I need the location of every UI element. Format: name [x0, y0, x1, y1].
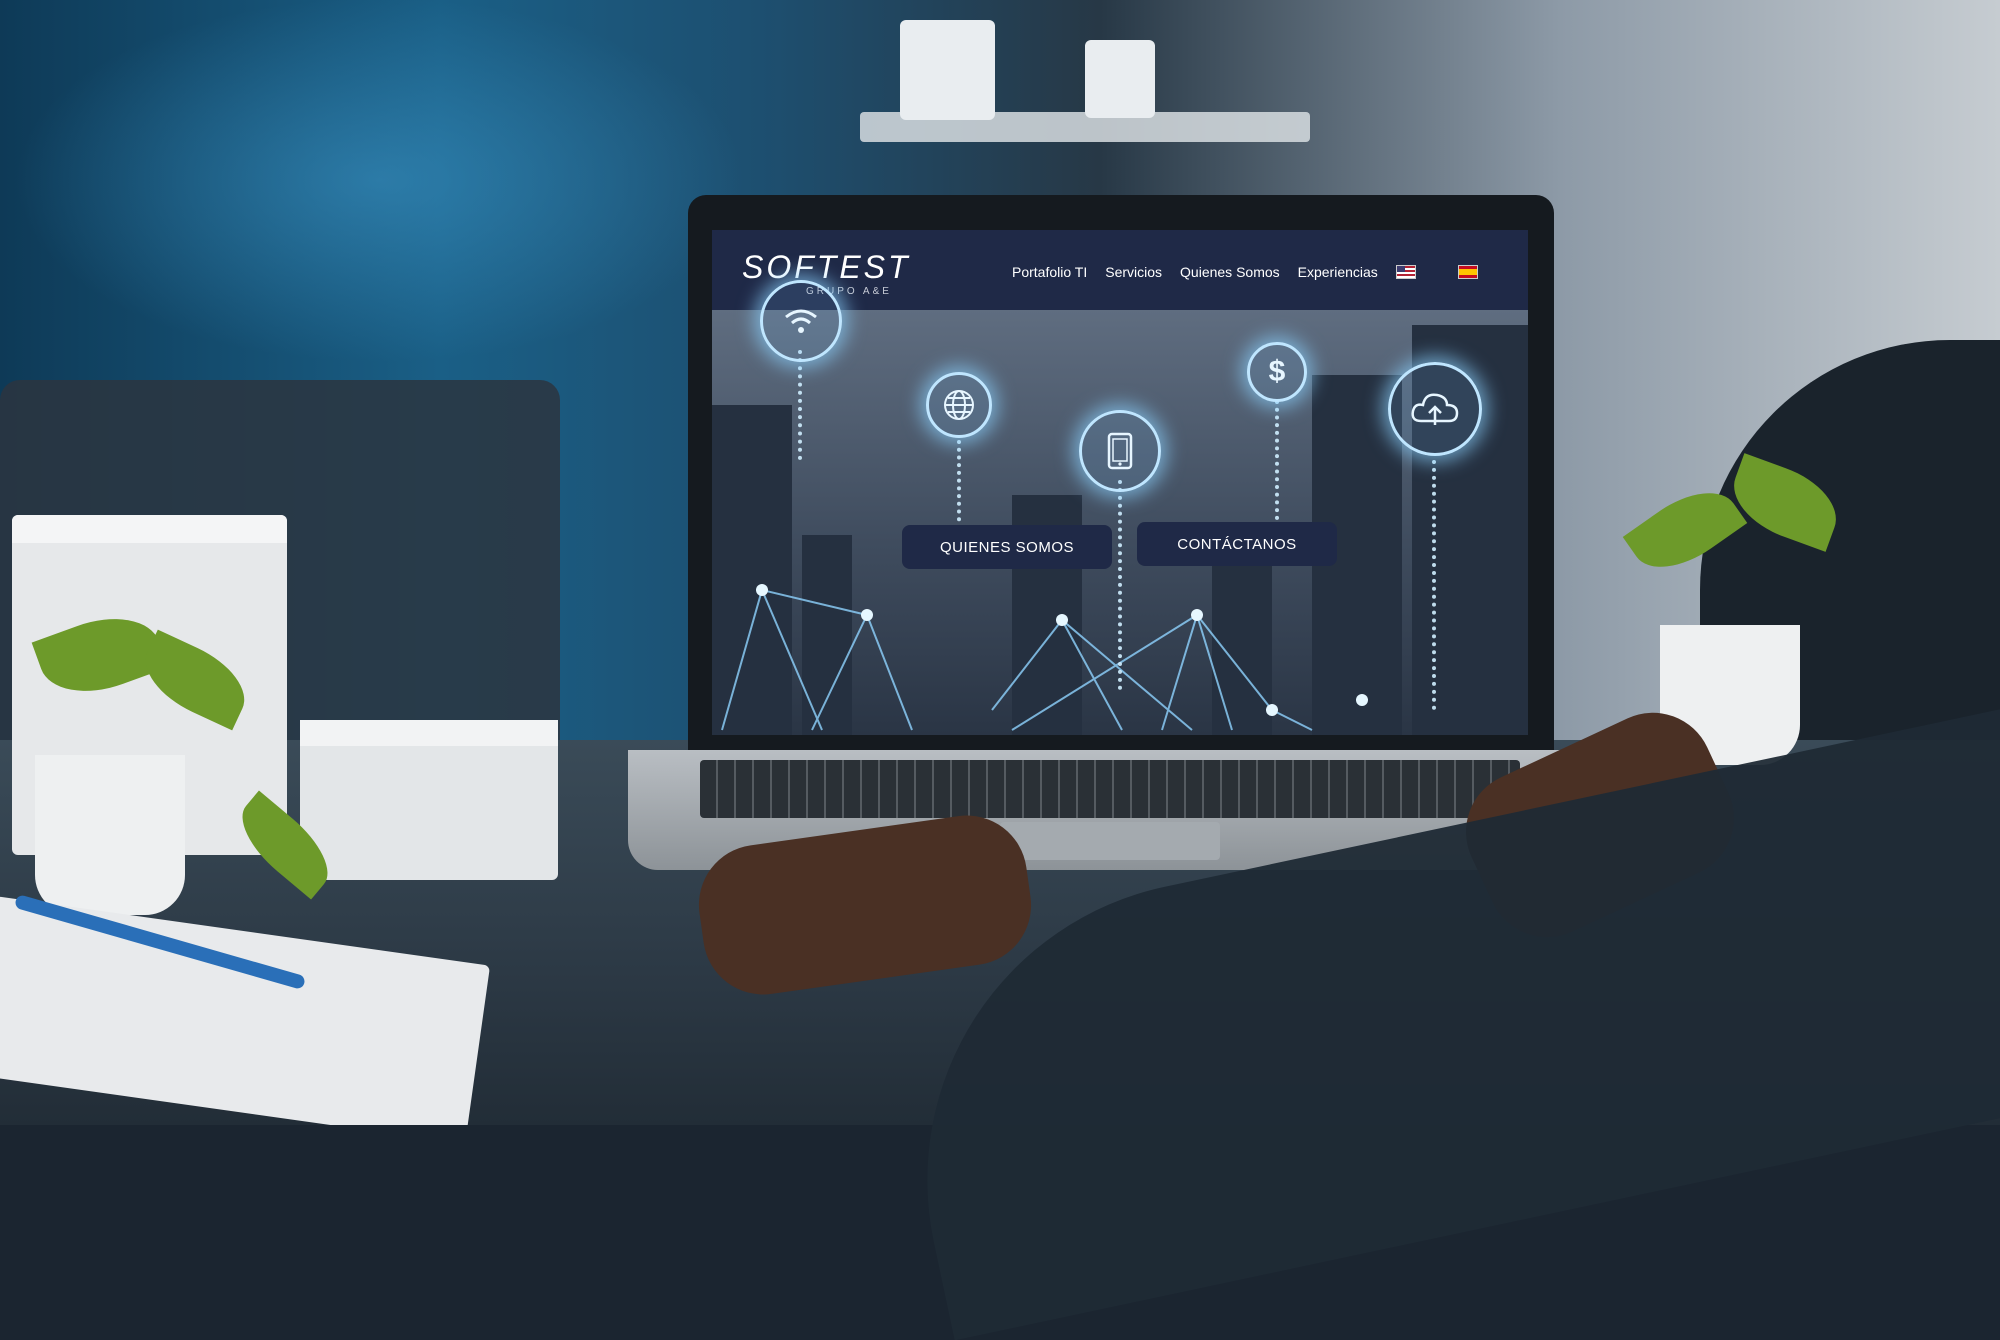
us-flag-icon[interactable]	[1395, 265, 1416, 279]
small-white-box	[300, 720, 558, 880]
connector-line	[1432, 460, 1436, 710]
dollar-icon: $	[1247, 342, 1307, 402]
logo-wordmark: SOFTEST	[742, 249, 911, 285]
nav-item-portafolio[interactable]: Portafolio TI	[1012, 264, 1087, 280]
contactanos-button[interactable]: CONTÁCTANOS	[1137, 522, 1337, 566]
shelf-vase	[900, 20, 995, 120]
softest-logo[interactable]: SOFTEST GRUPO A&E	[742, 249, 942, 297]
nav-item-quienes-somos[interactable]: Quienes Somos	[1180, 264, 1280, 280]
tablet-icon	[1079, 410, 1161, 492]
nav-item-servicios[interactable]: Servicios	[1105, 264, 1162, 280]
wifi-icon	[760, 280, 842, 362]
laptop-screen: SOFTEST GRUPO A&E Portafolio TI Servicio…	[712, 230, 1528, 735]
connector-line	[1275, 400, 1279, 520]
shelf-pot	[1085, 40, 1155, 118]
quienes-somos-button[interactable]: QUIENES SOMOS	[902, 525, 1112, 569]
spain-flag-icon[interactable]	[1457, 265, 1478, 279]
hero-banner: $ QUIENES SOMOS CONTÁCTANOS	[712, 280, 1528, 735]
globe-icon	[926, 372, 992, 438]
nav-item-experiencias[interactable]: Experiencias	[1298, 264, 1378, 280]
connector-line	[798, 350, 802, 460]
dollar-symbol: $	[1268, 355, 1286, 388]
main-nav: Portafolio TI Servicios Quienes Somos Ex…	[1012, 264, 1478, 280]
laptop-keyboard	[700, 760, 1520, 818]
left-plant-pot	[35, 755, 185, 915]
cloud-upload-icon	[1388, 362, 1482, 456]
laptop-trackpad[interactable]	[1000, 822, 1220, 860]
connector-line	[1118, 480, 1122, 690]
